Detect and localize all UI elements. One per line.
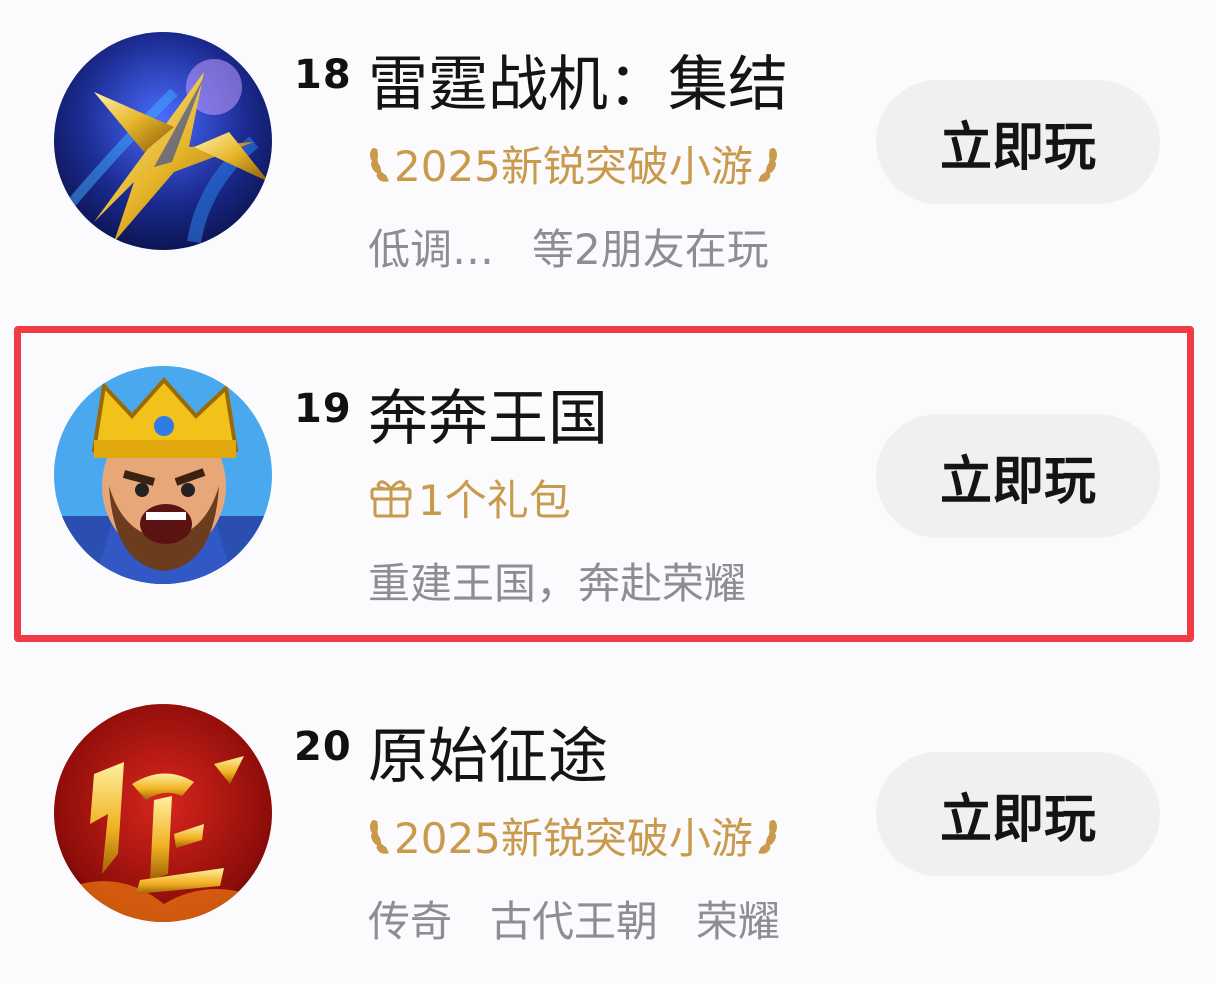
award-tag: 2025新锐突破小游: [368, 138, 808, 188]
desc-item: 古代王朝: [490, 897, 659, 946]
jet-fighter-icon[interactable]: [54, 32, 272, 250]
desc-item: 重建王国，奔赴荣耀: [368, 559, 747, 608]
gift-tag-text: 1个礼包: [418, 475, 571, 523]
laurel-right-icon: [757, 820, 777, 855]
play-now-button[interactable]: 立即玩: [876, 414, 1160, 538]
laurel-left-icon: [370, 820, 389, 855]
gift-icon: [370, 480, 412, 518]
game-ranking-list: 18 雷霆战机：集结 2025新锐突破小游 低调… 等2朋友在玩 立即玩 19 …: [0, 0, 1216, 984]
game-title[interactable]: 原始征途: [368, 708, 608, 795]
laurel-right-icon: [757, 148, 777, 183]
game-row-19[interactable]: 19 奔奔王国 1个礼包 重建王国，奔赴荣耀 立即玩: [0, 334, 1216, 634]
desc-item: 传奇: [368, 897, 453, 946]
game-description: 传奇 古代王朝 荣耀: [368, 888, 808, 949]
award-tag-text: 2025新锐突破小游: [394, 813, 753, 861]
rank-number: 19: [294, 386, 352, 432]
rank-number: 18: [294, 52, 352, 98]
desc-item: 荣耀: [696, 897, 781, 946]
game-row-20[interactable]: 20 原始征途 2025新锐突破小游 传奇 古代王朝 荣耀 立即玩: [0, 672, 1216, 972]
desc-item: 低调…: [368, 225, 495, 274]
award-tag-text: 2025新锐突破小游: [394, 141, 753, 189]
game-title[interactable]: 雷霆战机：集结: [368, 36, 788, 123]
desc-item: 等2朋友在玩: [532, 225, 769, 274]
play-now-button[interactable]: 立即玩: [876, 80, 1160, 204]
game-row-18[interactable]: 18 雷霆战机：集结 2025新锐突破小游 低调… 等2朋友在玩 立即玩: [0, 0, 1216, 300]
rank-number: 20: [294, 724, 352, 770]
award-tag: 2025新锐突破小游: [368, 810, 808, 860]
play-now-button[interactable]: 立即玩: [876, 752, 1160, 876]
laurel-left-icon: [370, 148, 389, 183]
gift-tag: 1个礼包: [368, 472, 808, 522]
game-description: 低调… 等2朋友在玩: [368, 216, 808, 277]
game-description: 重建王国，奔赴荣耀: [368, 550, 808, 611]
game-title[interactable]: 奔奔王国: [368, 370, 608, 457]
king-avatar-icon[interactable]: [54, 366, 272, 584]
zheng-calligraphy-icon[interactable]: [54, 704, 272, 922]
